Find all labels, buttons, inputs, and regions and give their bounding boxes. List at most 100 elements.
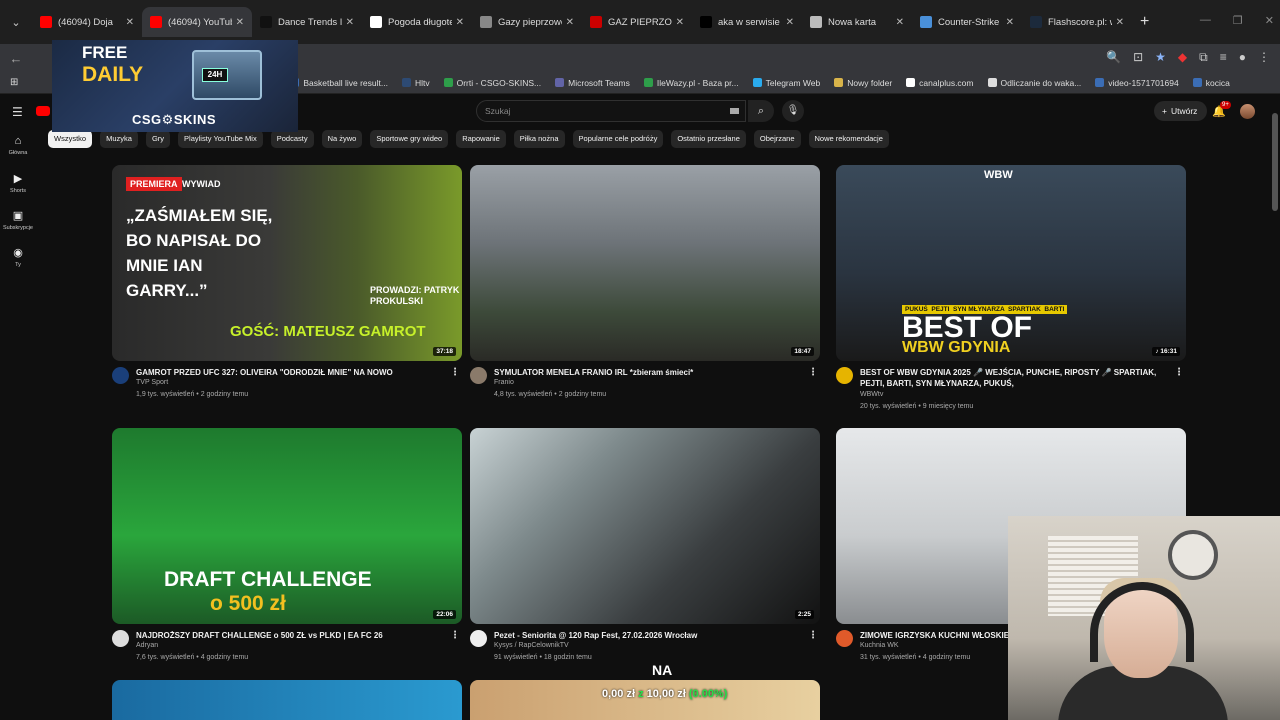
- bookmark-star-icon[interactable]: ★: [1155, 50, 1166, 65]
- channel-avatar[interactable]: [836, 367, 853, 384]
- channel-avatar[interactable]: [836, 630, 853, 647]
- bookmark-item[interactable]: Orrti - CSGO-SKINS...: [443, 78, 541, 88]
- channel-name[interactable]: TVP Sport: [136, 379, 168, 386]
- tab-close-icon[interactable]: ✕: [456, 17, 464, 28]
- back-icon[interactable]: ←: [6, 51, 26, 66]
- new-tab-button[interactable]: +: [1140, 13, 1149, 31]
- video-thumbnail-partial[interactable]: [470, 680, 820, 720]
- bookmark-item[interactable]: Odliczanie do waka...: [987, 78, 1081, 88]
- bookmark-item[interactable]: video-1571701694: [1095, 78, 1179, 88]
- channel-name[interactable]: Adryan: [136, 642, 158, 649]
- filter-chip[interactable]: Playlisty YouTube Mix: [178, 130, 263, 148]
- browser-tab[interactable]: Pogoda długoter ✕: [362, 7, 472, 37]
- video-title[interactable]: Pezet - Seniorita @ 120 Rap Fest, 27.02.…: [494, 630, 804, 641]
- video-card[interactable]: PREMIERA WYWIAD „ZAŚMIAŁEM SIĘ, BO NAPISAŁ…: [112, 165, 462, 417]
- video-card[interactable]: 2:25 Pezet - Seniorita @ 120 Rap Fest, 27…: [470, 428, 820, 680]
- keyboard-icon[interactable]: [730, 108, 739, 114]
- create-button[interactable]: + Utwórz: [1154, 101, 1208, 121]
- browser-tab[interactable]: GAZ PIEPRZOWY ✕: [582, 7, 692, 37]
- video-menu-icon[interactable]: ⋮: [450, 367, 460, 378]
- video-thumbnail[interactable]: WBW PUKUŚ PEJTI SYN MŁYNARZA SPARTIAK BAR…: [836, 165, 1186, 361]
- tab-close-icon[interactable]: ✕: [566, 17, 574, 28]
- search-input[interactable]: Szukaj: [476, 100, 746, 122]
- filter-chip[interactable]: Rapowanie: [456, 130, 506, 148]
- tab-close-icon[interactable]: ✕: [126, 17, 134, 28]
- browser-tab[interactable]: Counter-Strike Ne ✕: [912, 7, 1022, 37]
- csgoskins-ad-overlay[interactable]: FREE DAILY 24H CSG⚙SKINS: [52, 40, 298, 132]
- extension-red-icon[interactable]: ◆: [1178, 50, 1187, 65]
- channel-avatar[interactable]: [112, 367, 129, 384]
- browser-tab[interactable]: Dance Trends Insp ✕: [252, 7, 362, 37]
- video-menu-icon[interactable]: ⋮: [450, 630, 460, 641]
- filter-chip[interactable]: Wszystko: [48, 130, 93, 148]
- tab-close-icon[interactable]: ✕: [676, 17, 684, 28]
- video-thumbnail[interactable]: 2:25: [470, 428, 820, 624]
- filter-chip[interactable]: Gry: [145, 130, 171, 148]
- tab-close-icon[interactable]: ✕: [1116, 17, 1124, 28]
- filter-chip[interactable]: Podcasty: [270, 130, 314, 148]
- video-title[interactable]: BEST OF WBW GDYNIA 2025 🎤 WEJŚCIA, PUNCH…: [860, 367, 1170, 389]
- video-title[interactable]: NAJDROŻSZY DRAFT CHALLENGE o 500 ZŁ vs P…: [136, 630, 446, 641]
- close-window-icon[interactable]: ✕: [1265, 14, 1274, 27]
- browser-tab[interactable]: aka w serwisie X: ✕: [692, 7, 802, 37]
- video-card[interactable]: DRAFT CHALLENGE o 500 zł 22:06 NAJDROŻSZY D…: [112, 428, 462, 680]
- filter-chip[interactable]: Nowe rekomendacje: [808, 130, 889, 148]
- browser-tab[interactable]: Gazy pieprzowe I ✕: [472, 7, 582, 37]
- filter-chip[interactable]: Obejrzane: [753, 130, 801, 148]
- minimize-icon[interactable]: —: [1200, 14, 1211, 27]
- search-button[interactable]: ⌕: [748, 100, 774, 122]
- browser-tab[interactable]: Nowa karta ✕: [802, 7, 912, 37]
- voice-search-button[interactable]: 🎙: [782, 100, 804, 122]
- account-avatar[interactable]: [1240, 104, 1255, 119]
- filter-chip[interactable]: Muzyka: [100, 130, 138, 148]
- guide-item-user[interactable]: ◉ Ty: [0, 246, 36, 268]
- browser-tab[interactable]: (46094) Doja ✕: [32, 7, 142, 37]
- video-menu-icon[interactable]: ⋮: [1174, 367, 1184, 378]
- video-title[interactable]: GAMROT PRZED UFC 327: OLIVEIRA "ODRODZIŁ…: [136, 367, 446, 378]
- channel-name[interactable]: WBWtv: [860, 391, 883, 398]
- tab-search-chevron-icon[interactable]: ⌄: [6, 12, 26, 32]
- tab-close-icon[interactable]: ✕: [786, 17, 794, 28]
- video-title[interactable]: SYMULATOR MENELA FRANIO IRL *zbieram śmi…: [494, 367, 804, 378]
- guide-item-subscriptions[interactable]: ▣ Subskrypcje: [0, 209, 36, 231]
- filter-chip[interactable]: Popularne cele podróży: [572, 130, 664, 148]
- tab-close-icon[interactable]: ✕: [896, 17, 904, 28]
- youtube-logo[interactable]: [36, 106, 50, 116]
- bookmark-item[interactable]: IleWazy.pl - Baza pr...: [643, 78, 739, 88]
- extensions-icon[interactable]: ⧉: [1199, 50, 1208, 65]
- channel-name[interactable]: Kysys / RapCelownikTV: [494, 642, 569, 649]
- tab-close-icon[interactable]: ✕: [236, 17, 244, 28]
- filter-chip[interactable]: Piłka nożna: [513, 130, 565, 148]
- profile-icon[interactable]: ●: [1239, 50, 1246, 65]
- filter-chip[interactable]: Sportowe gry wideo: [370, 130, 449, 148]
- channel-name[interactable]: Kuchnia WK: [860, 642, 899, 649]
- channel-avatar[interactable]: [470, 630, 487, 647]
- video-thumbnail[interactable]: PREMIERA WYWIAD „ZAŚMIAŁEM SIĘ, BO NAPISAŁ…: [112, 165, 462, 361]
- channel-name[interactable]: Franio: [494, 379, 514, 386]
- bookmark-item[interactable]: Microsoft Teams: [555, 78, 630, 88]
- browser-tab[interactable]: Flashscore.pl: wyn ✕: [1022, 7, 1132, 37]
- guide-item-shorts[interactable]: ▶ Shorts: [0, 172, 36, 194]
- video-card[interactable]: WBW PUKUŚ PEJTI SYN MŁYNARZA SPARTIAK BAR…: [836, 165, 1186, 417]
- video-menu-icon[interactable]: ⋮: [808, 630, 818, 641]
- tab-close-icon[interactable]: ✕: [346, 17, 354, 28]
- video-thumbnail[interactable]: 18:47: [470, 165, 820, 361]
- bookmark-item[interactable]: Basketball live result...: [290, 78, 388, 88]
- bookmark-item[interactable]: Hltv: [401, 78, 430, 88]
- bookmark-item[interactable]: Telegram Web: [752, 78, 820, 88]
- browser-tab[interactable]: (46094) YouTube ✕: [142, 7, 252, 37]
- channel-avatar[interactable]: [112, 630, 129, 647]
- channel-avatar[interactable]: [470, 367, 487, 384]
- video-card[interactable]: 18:47 SYMULATOR MENELA FRANIO IRL *zbiera…: [470, 165, 820, 417]
- zoom-icon[interactable]: 🔍: [1106, 50, 1121, 65]
- media-icon[interactable]: ≡: [1220, 50, 1227, 65]
- install-icon[interactable]: ⊡: [1133, 50, 1143, 65]
- hamburger-menu-icon[interactable]: ☰: [12, 105, 23, 119]
- bookmark-item[interactable]: Nowy folder: [834, 78, 892, 88]
- video-thumbnail-partial[interactable]: [112, 680, 462, 720]
- guide-item-home[interactable]: ⌂ Główna: [0, 135, 36, 156]
- menu-icon[interactable]: ⋮: [1258, 50, 1270, 65]
- apps-icon[interactable]: ⊞: [10, 77, 18, 88]
- maximize-icon[interactable]: ❐: [1233, 14, 1243, 27]
- filter-chip[interactable]: Na żywo: [321, 130, 363, 148]
